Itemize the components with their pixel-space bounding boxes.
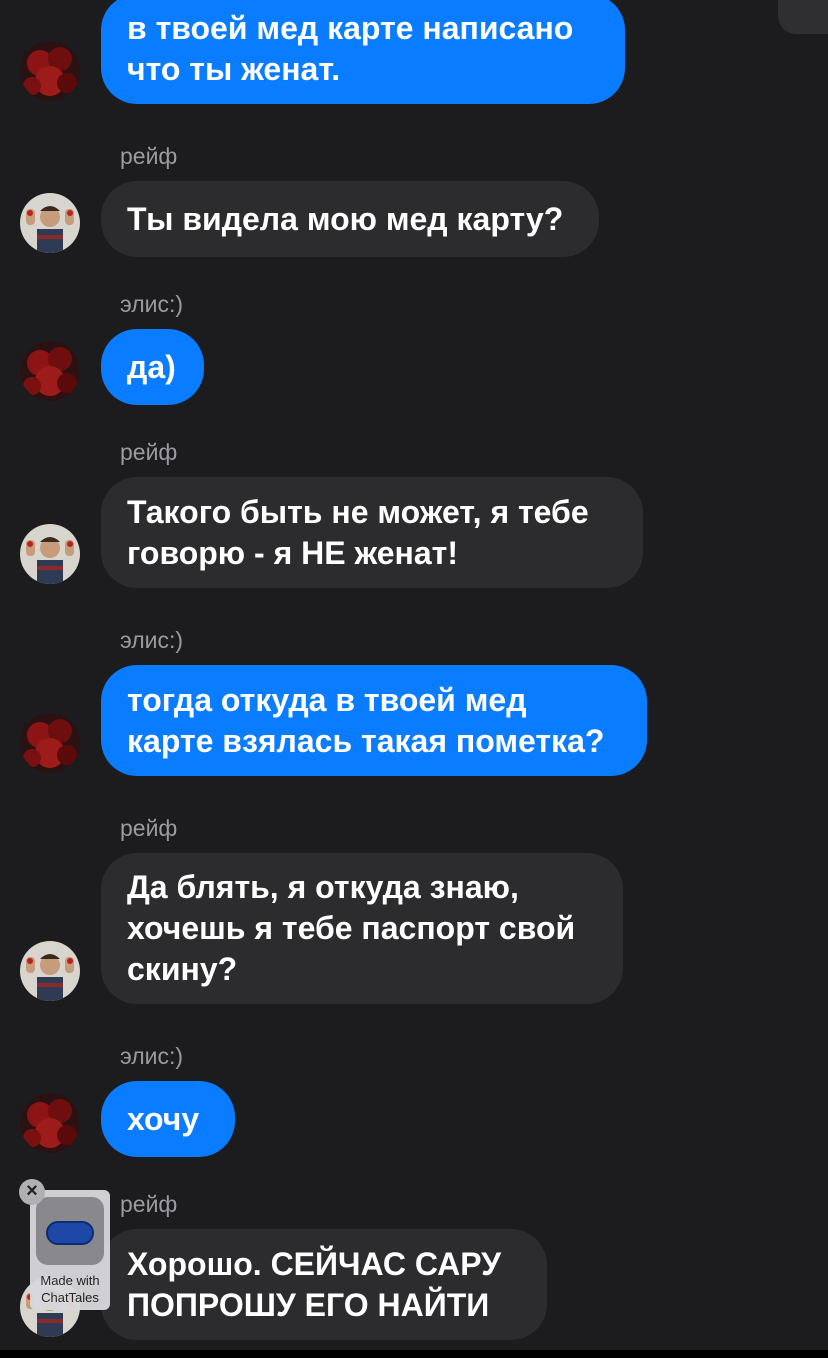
message-bubble[interactable]: в твоей мед карте написано что ты женат. (101, 0, 625, 104)
sender-name: элис:) (120, 1043, 184, 1069)
avatar-reif[interactable] (20, 524, 80, 584)
message-bubble[interactable]: хочу (101, 1081, 235, 1157)
message-bubble[interactable]: Ты видела мою мед карту? (101, 181, 599, 257)
avatar-alice[interactable] (20, 1093, 80, 1153)
avatar-reif[interactable] (20, 941, 80, 1001)
chattales-logo (36, 1197, 104, 1265)
sender-name: рейф (120, 815, 178, 841)
sender-name: элис:) (120, 627, 184, 653)
message-bubble[interactable]: Хорошо. СЕЙЧАС САРУ ПОПРОШУ ЕГО НАЙТИ (101, 1229, 547, 1340)
avatar-alice[interactable] (20, 341, 80, 401)
chattales-watermark[interactable]: Made with ChatTales (30, 1190, 110, 1310)
sender-name: рейф (120, 143, 178, 169)
avatar-reif[interactable] (20, 193, 80, 253)
message-bubble[interactable]: тогда откуда в твоей мед карте взялась т… (101, 665, 647, 776)
top-right-corner-button[interactable] (778, 0, 828, 34)
message-bubble[interactable]: да) (101, 329, 204, 405)
sender-name: элис:) (120, 291, 184, 317)
chat-screen: в твоей мед карте написано что ты женат.… (0, 0, 828, 1350)
avatar-alice[interactable] (20, 713, 80, 773)
chat-bubble-icon (46, 1221, 94, 1245)
sender-name: рейф (120, 1191, 178, 1217)
watermark-caption: Made with ChatTales (40, 1273, 100, 1305)
close-icon[interactable]: × (19, 1179, 45, 1205)
message-bubble[interactable]: Да блять, я откуда знаю, хочешь я тебе п… (101, 853, 623, 1004)
message-bubble[interactable]: Такого быть не может, я тебе говорю - я … (101, 477, 643, 588)
avatar-alice[interactable] (20, 41, 80, 101)
sender-name: рейф (120, 439, 178, 465)
bottom-edge (0, 1350, 828, 1358)
